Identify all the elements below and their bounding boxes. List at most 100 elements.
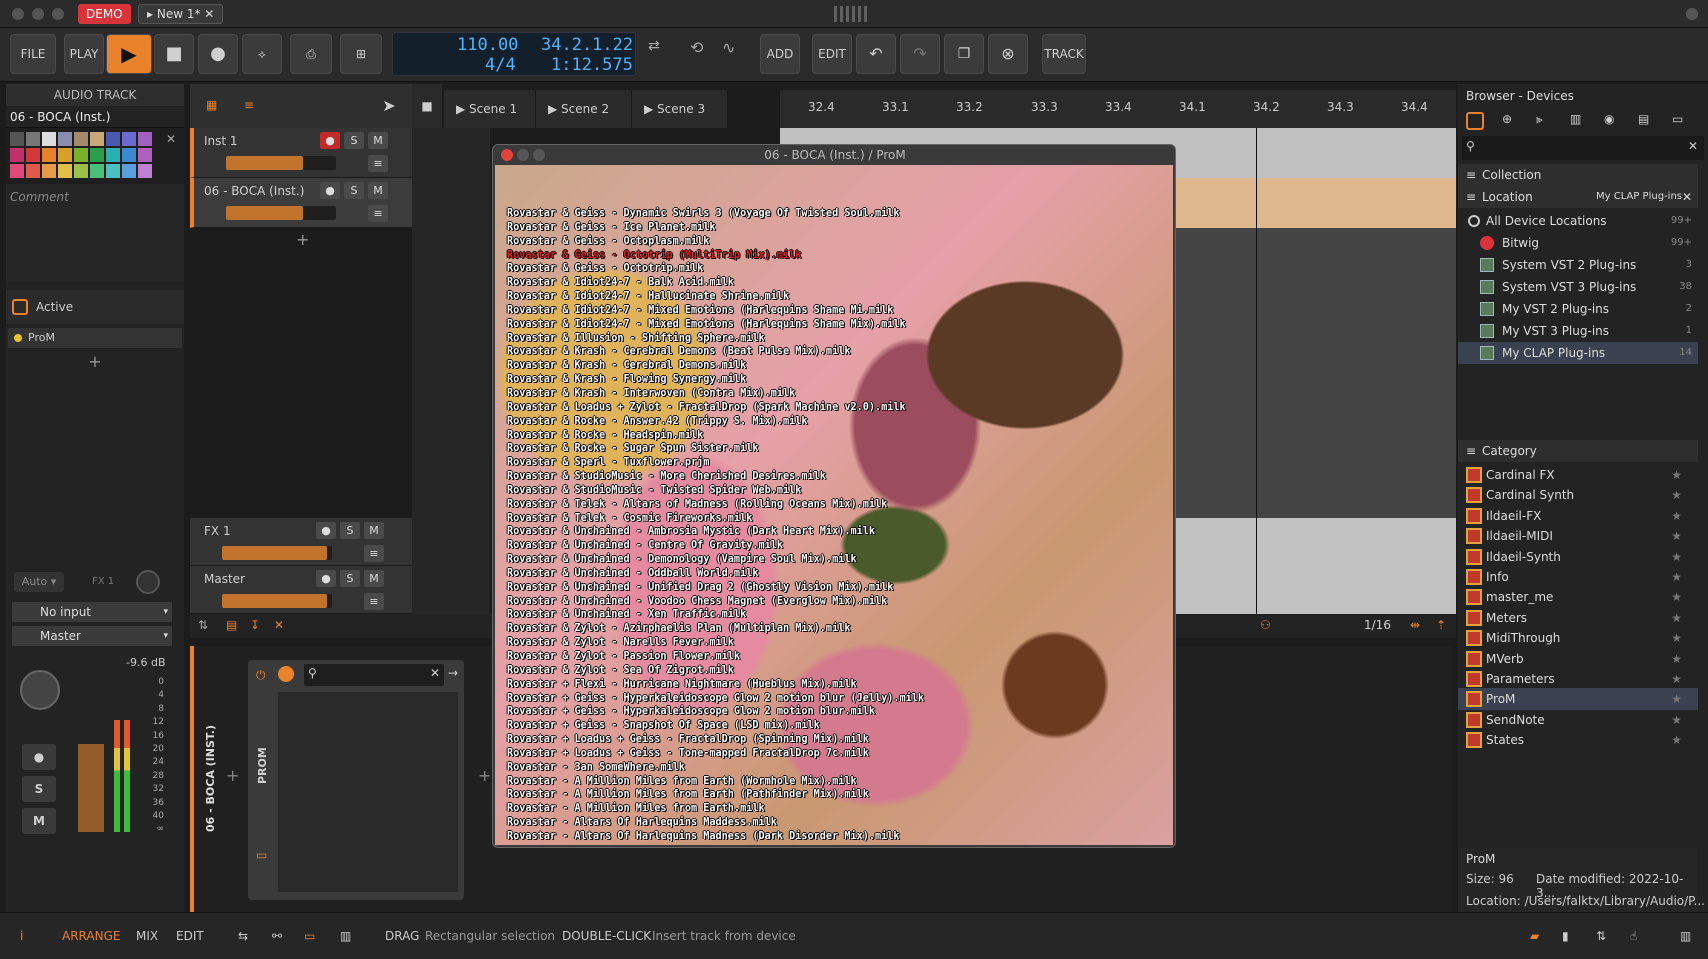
preset-item[interactable]: Rovastar & Geiss - Dynamic Swirls 3 (Voy… bbox=[507, 207, 924, 221]
file-panel-icon[interactable]: ▮ bbox=[1562, 929, 1569, 943]
track-record-button[interactable]: ● bbox=[320, 132, 340, 149]
active-toggle[interactable]: Active bbox=[6, 290, 184, 324]
mix-view-tab[interactable]: MIX bbox=[136, 929, 158, 943]
redo-icon[interactable]: ↷ bbox=[900, 34, 940, 74]
time-value[interactable]: 1:12.575 bbox=[551, 55, 633, 75]
track-menu-icon[interactable]: ≡ bbox=[368, 205, 388, 222]
preset-item[interactable]: Rovastar - Altars Of Harlequins Madness … bbox=[507, 830, 924, 844]
info-icon[interactable]: i bbox=[20, 929, 23, 943]
preset-item[interactable]: Rovastar & Unchained - Centre Of Gravity… bbox=[507, 539, 924, 553]
edit-view-tab[interactable]: EDIT bbox=[176, 929, 204, 943]
track-solo-button[interactable]: S bbox=[344, 132, 364, 149]
favorite-star-icon[interactable]: ★ bbox=[1671, 566, 1682, 588]
preset-item[interactable]: Rovastar & Zylot - Narells Fever.milk bbox=[507, 636, 924, 650]
record-icon[interactable]: ● bbox=[198, 34, 238, 74]
favorite-star-icon[interactable]: ★ bbox=[1671, 464, 1682, 486]
device-search-input[interactable]: ⚲ ✕ bbox=[304, 664, 444, 686]
favorite-star-icon[interactable]: ★ bbox=[1671, 648, 1682, 670]
window-menu-button[interactable] bbox=[1686, 8, 1698, 20]
plugin-window[interactable]: 06 - BOCA (Inst.) / ProM Rovastar & Geis… bbox=[492, 144, 1176, 848]
stop-icon[interactable]: ■ bbox=[154, 34, 194, 74]
plugin-zoom-button[interactable] bbox=[533, 149, 545, 161]
favorite-star-icon[interactable]: ★ bbox=[1671, 668, 1682, 690]
favorite-star-icon[interactable]: ★ bbox=[1671, 688, 1682, 710]
position-value[interactable]: 34.2.1.22 bbox=[541, 35, 633, 55]
devices-tab-icon[interactable] bbox=[1466, 112, 1484, 130]
file-button[interactable]: FILE bbox=[10, 34, 56, 74]
preset-item[interactable]: Rovastar & Rocke - Headspin.milk bbox=[507, 429, 924, 443]
favorite-star-icon[interactable]: ★ bbox=[1671, 525, 1682, 547]
volume-knob[interactable] bbox=[20, 670, 60, 710]
device-list-item[interactable]: Info ★ bbox=[1458, 566, 1698, 588]
track-mute-button[interactable]: M bbox=[368, 132, 388, 149]
preset-item[interactable]: Rovastar + Geiss - Hyperkaleidoscope Glo… bbox=[507, 705, 924, 719]
footer-link-icon[interactable]: ⚇ bbox=[1260, 618, 1271, 632]
preset-item[interactable]: Rovastar & Rocke - Sugar Spun Sister.mil… bbox=[507, 442, 924, 456]
browser-search-input[interactable]: ⚲ ✕ bbox=[1462, 136, 1704, 160]
track-solo-button[interactable]: S bbox=[340, 522, 360, 539]
output-select[interactable]: Master ▾ bbox=[12, 626, 172, 646]
pointer-tool-icon[interactable]: ➤ bbox=[366, 84, 412, 128]
track-record-button[interactable]: ● bbox=[320, 182, 340, 199]
loop-icon[interactable]: ⟲ bbox=[690, 38, 703, 57]
track-menu-icon[interactable]: ≡ bbox=[368, 155, 388, 172]
delete-icon[interactable]: ⊗ bbox=[988, 34, 1028, 74]
preset-item[interactable]: Rovastar & Krash - Cerebral Demons.milk bbox=[507, 359, 924, 373]
device-window-icon[interactable]: ▭ bbox=[256, 848, 267, 862]
visualizer-canvas[interactable]: Rovastar & Geiss - Dynamic Swirls 3 (Voy… bbox=[495, 165, 1173, 845]
preset-item[interactable]: Rovastar & Unchained - Demonology (Vampi… bbox=[507, 553, 924, 567]
play-icon[interactable]: ▶ bbox=[106, 34, 152, 74]
favorite-star-icon[interactable]: ★ bbox=[1671, 505, 1682, 527]
preset-item-selected[interactable]: Rovastar & Geiss - Octotrip (MultiTrip M… bbox=[507, 249, 924, 263]
location-filter-value[interactable]: My CLAP Plug-ins bbox=[1596, 186, 1682, 208]
add-button[interactable]: ADD bbox=[760, 34, 800, 74]
zoom-fit-icon[interactable]: ⇹ bbox=[1410, 618, 1420, 632]
preset-item[interactable]: Rovastar & Sperl - Tuxflower.prjm bbox=[507, 456, 924, 470]
plugin-close-button[interactable] bbox=[501, 149, 513, 161]
device-list-item[interactable]: MVerb ★ bbox=[1458, 648, 1698, 670]
launcher-icon[interactable]: ⊞ bbox=[340, 34, 382, 74]
track-record-button[interactable]: ● bbox=[316, 570, 336, 587]
location-item[interactable]: System VST 3 Plug-ins 38 bbox=[1458, 276, 1698, 298]
preset-item[interactable]: Rovastar & Illusion - Shifting Sphere.mi… bbox=[507, 332, 924, 346]
location-item[interactable]: All Device Locations 99+ bbox=[1458, 210, 1698, 232]
track-mute-button[interactable]: M bbox=[364, 570, 384, 587]
samples-tab-icon[interactable]: ▥ bbox=[1570, 112, 1581, 126]
device-ui-icon[interactable] bbox=[278, 666, 294, 682]
preset-item[interactable]: Rovastar & StudioMusic - More Cherished … bbox=[507, 470, 924, 484]
preset-item[interactable]: Rovastar & Rocke - Answer.42 (Trippy S. … bbox=[507, 415, 924, 429]
scene-2[interactable]: ▶ Scene 2 bbox=[536, 90, 632, 128]
scene-3[interactable]: ▶ Scene 3 bbox=[632, 90, 728, 128]
clear-location-icon[interactable]: ✕ bbox=[1682, 186, 1692, 208]
preset-item[interactable]: Rovastar & Geiss - Ice Planet.milk bbox=[507, 221, 924, 235]
device-slot-prom[interactable]: ProM bbox=[8, 328, 182, 348]
device-list-item[interactable]: Ildaeil-FX ★ bbox=[1458, 505, 1698, 527]
preset-item[interactable]: Rovastar & Zylot - Azirphaelis Plan (Mul… bbox=[507, 622, 924, 636]
device-list-item[interactable]: ProM ★ bbox=[1458, 688, 1698, 711]
device-view-icon[interactable]: ⚯ bbox=[272, 929, 282, 943]
mixer-panel-icon[interactable]: ▥ bbox=[340, 929, 351, 943]
tempo-value[interactable]: 110.00 bbox=[457, 35, 518, 55]
device-list-item[interactable]: master_me ★ bbox=[1458, 586, 1698, 608]
color-palette[interactable]: ✕ bbox=[6, 128, 184, 184]
preset-item[interactable]: Rovastar & StudioMusic - Twisted Spider … bbox=[507, 484, 924, 498]
time-signature-value[interactable]: 4/4 bbox=[485, 55, 516, 75]
device-list-item[interactable]: SendNote ★ bbox=[1458, 709, 1698, 731]
modulators-tab-icon[interactable]: ⫸ bbox=[1536, 112, 1543, 127]
device-list-item[interactable]: Parameters ★ bbox=[1458, 668, 1698, 690]
projects-tab-icon[interactable]: ▭ bbox=[1672, 112, 1683, 126]
close-tab-icon[interactable]: ✕ bbox=[204, 7, 214, 21]
meter-panel-icon[interactable]: ▥ bbox=[1680, 929, 1691, 943]
automation-mode-select[interactable]: Auto ▾ bbox=[14, 572, 64, 592]
preset-item[interactable]: Rovastar & Zylot - Sea Of Zigrot.milk bbox=[507, 664, 924, 678]
zoom-window-button[interactable] bbox=[52, 8, 64, 20]
preset-item[interactable]: Rovastar - A Million Miles from Earth (P… bbox=[507, 788, 924, 802]
track-inst-1[interactable]: Inst 1 ● S M ≡ bbox=[190, 128, 412, 178]
preset-list[interactable]: Rovastar & Geiss - Dynamic Swirls 3 (Voy… bbox=[507, 207, 924, 844]
footer-arrow-icon[interactable]: ↧ bbox=[250, 618, 260, 632]
track-list-icon[interactable]: ≡ bbox=[244, 98, 254, 112]
preset-item[interactable]: Rovastar & Unchained - Ambrosia Mystic (… bbox=[507, 525, 924, 539]
track-volume-fader[interactable] bbox=[226, 156, 336, 170]
volume-fader[interactable] bbox=[78, 744, 104, 832]
timeline-ruler[interactable]: 32.4 33.1 33.2 33.3 33.4 34.1 34.2 34.3 34.4 bbox=[780, 90, 1456, 128]
